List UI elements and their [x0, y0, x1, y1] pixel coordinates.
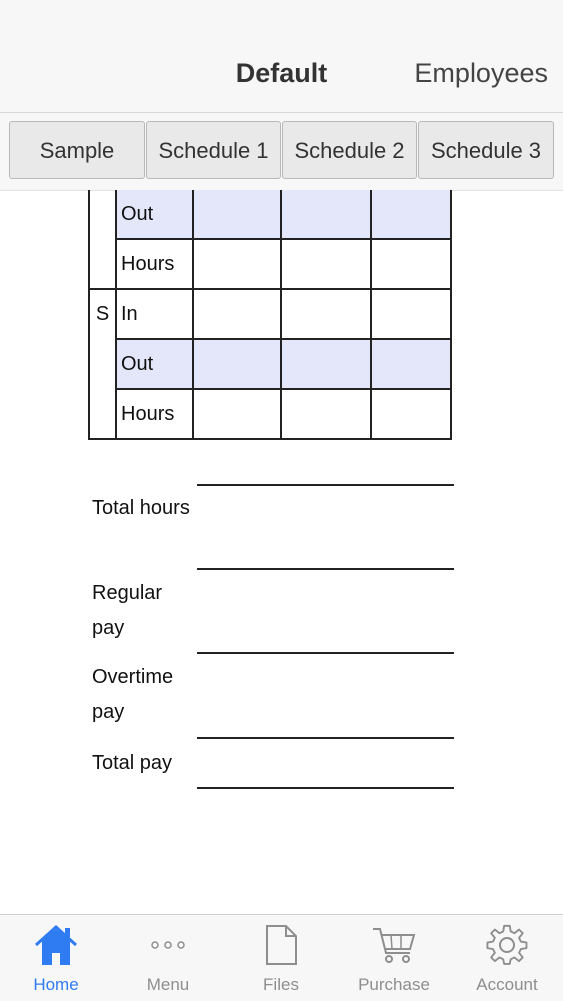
- tab-home[interactable]: Home: [0, 915, 112, 1001]
- time-cell[interactable]: [370, 238, 452, 290]
- file-icon: [266, 925, 297, 965]
- row-label: Out: [115, 190, 194, 240]
- time-cell[interactable]: [370, 388, 452, 440]
- day-cell: [88, 339, 117, 389]
- table-row: Out: [88, 338, 452, 390]
- regular-pay-label: Regular pay: [92, 582, 163, 639]
- overtime-pay-label: Overtime pay: [92, 666, 174, 723]
- total-hours-label: Total hours: [92, 497, 190, 519]
- total-pay-line[interactable]: [197, 787, 454, 789]
- tab-purchase[interactable]: Purchase: [338, 915, 450, 1001]
- cart-icon: [373, 928, 416, 963]
- timesheet-grid: Out Hours S In Out Hours: [88, 190, 452, 440]
- tab-label: Files: [263, 975, 299, 994]
- day-cell: [88, 190, 117, 239]
- tab-schedule-1[interactable]: Schedule 1: [146, 121, 281, 179]
- total-pay-line-top: [197, 737, 454, 739]
- row-label: In: [115, 288, 194, 340]
- schedule-tab-row: Sample Schedule 1 Schedule 2 Schedule 3: [0, 113, 563, 191]
- tab-label: Menu: [146, 975, 190, 994]
- home-icon: [34, 924, 78, 965]
- tab-menu[interactable]: Menu: [112, 915, 224, 1001]
- time-cell[interactable]: [280, 190, 372, 240]
- bottom-tab-bar: Home Menu Files Purchase Account: [0, 914, 563, 1001]
- day-cell: S: [88, 289, 117, 339]
- time-cell[interactable]: [280, 288, 372, 340]
- regular-pay-line[interactable]: [197, 568, 454, 570]
- employees-button[interactable]: Employees: [414, 58, 548, 89]
- time-cell[interactable]: [370, 338, 452, 390]
- time-cell[interactable]: [192, 190, 282, 240]
- table-row: Hours: [88, 238, 452, 290]
- day-cell: [88, 389, 117, 440]
- tab-schedule-3[interactable]: Schedule 3: [418, 121, 554, 179]
- tab-label: Account: [476, 975, 538, 994]
- time-cell[interactable]: [370, 288, 452, 340]
- total-hours-line[interactable]: [197, 484, 454, 486]
- total-pay-label: Total pay: [92, 752, 173, 774]
- time-cell[interactable]: [192, 388, 282, 440]
- table-row: S In: [88, 288, 452, 340]
- time-cell[interactable]: [192, 238, 282, 290]
- row-label: Hours: [115, 388, 194, 440]
- time-cell[interactable]: [280, 388, 372, 440]
- day-cell: [88, 239, 117, 290]
- row-label: Out: [115, 338, 194, 390]
- tab-label: Purchase: [358, 975, 430, 994]
- tab-schedule-2[interactable]: Schedule 2: [282, 121, 417, 179]
- tab-files[interactable]: Files: [225, 915, 337, 1001]
- tab-label: Home: [33, 975, 79, 994]
- time-cell[interactable]: [370, 190, 452, 240]
- overtime-pay-line[interactable]: [197, 652, 454, 654]
- tab-sample[interactable]: Sample: [9, 121, 145, 179]
- navigation-bar: Default Employees: [0, 0, 563, 113]
- gear-icon: [486, 924, 528, 965]
- tab-account[interactable]: Account: [451, 915, 563, 1001]
- table-row: Hours: [88, 388, 452, 440]
- time-cell[interactable]: [280, 238, 372, 290]
- more-icon: [151, 941, 185, 949]
- time-cell[interactable]: [192, 338, 282, 390]
- time-cell[interactable]: [280, 338, 372, 390]
- row-label: Hours: [115, 238, 194, 290]
- table-row: Out: [88, 190, 452, 240]
- time-cell[interactable]: [192, 288, 282, 340]
